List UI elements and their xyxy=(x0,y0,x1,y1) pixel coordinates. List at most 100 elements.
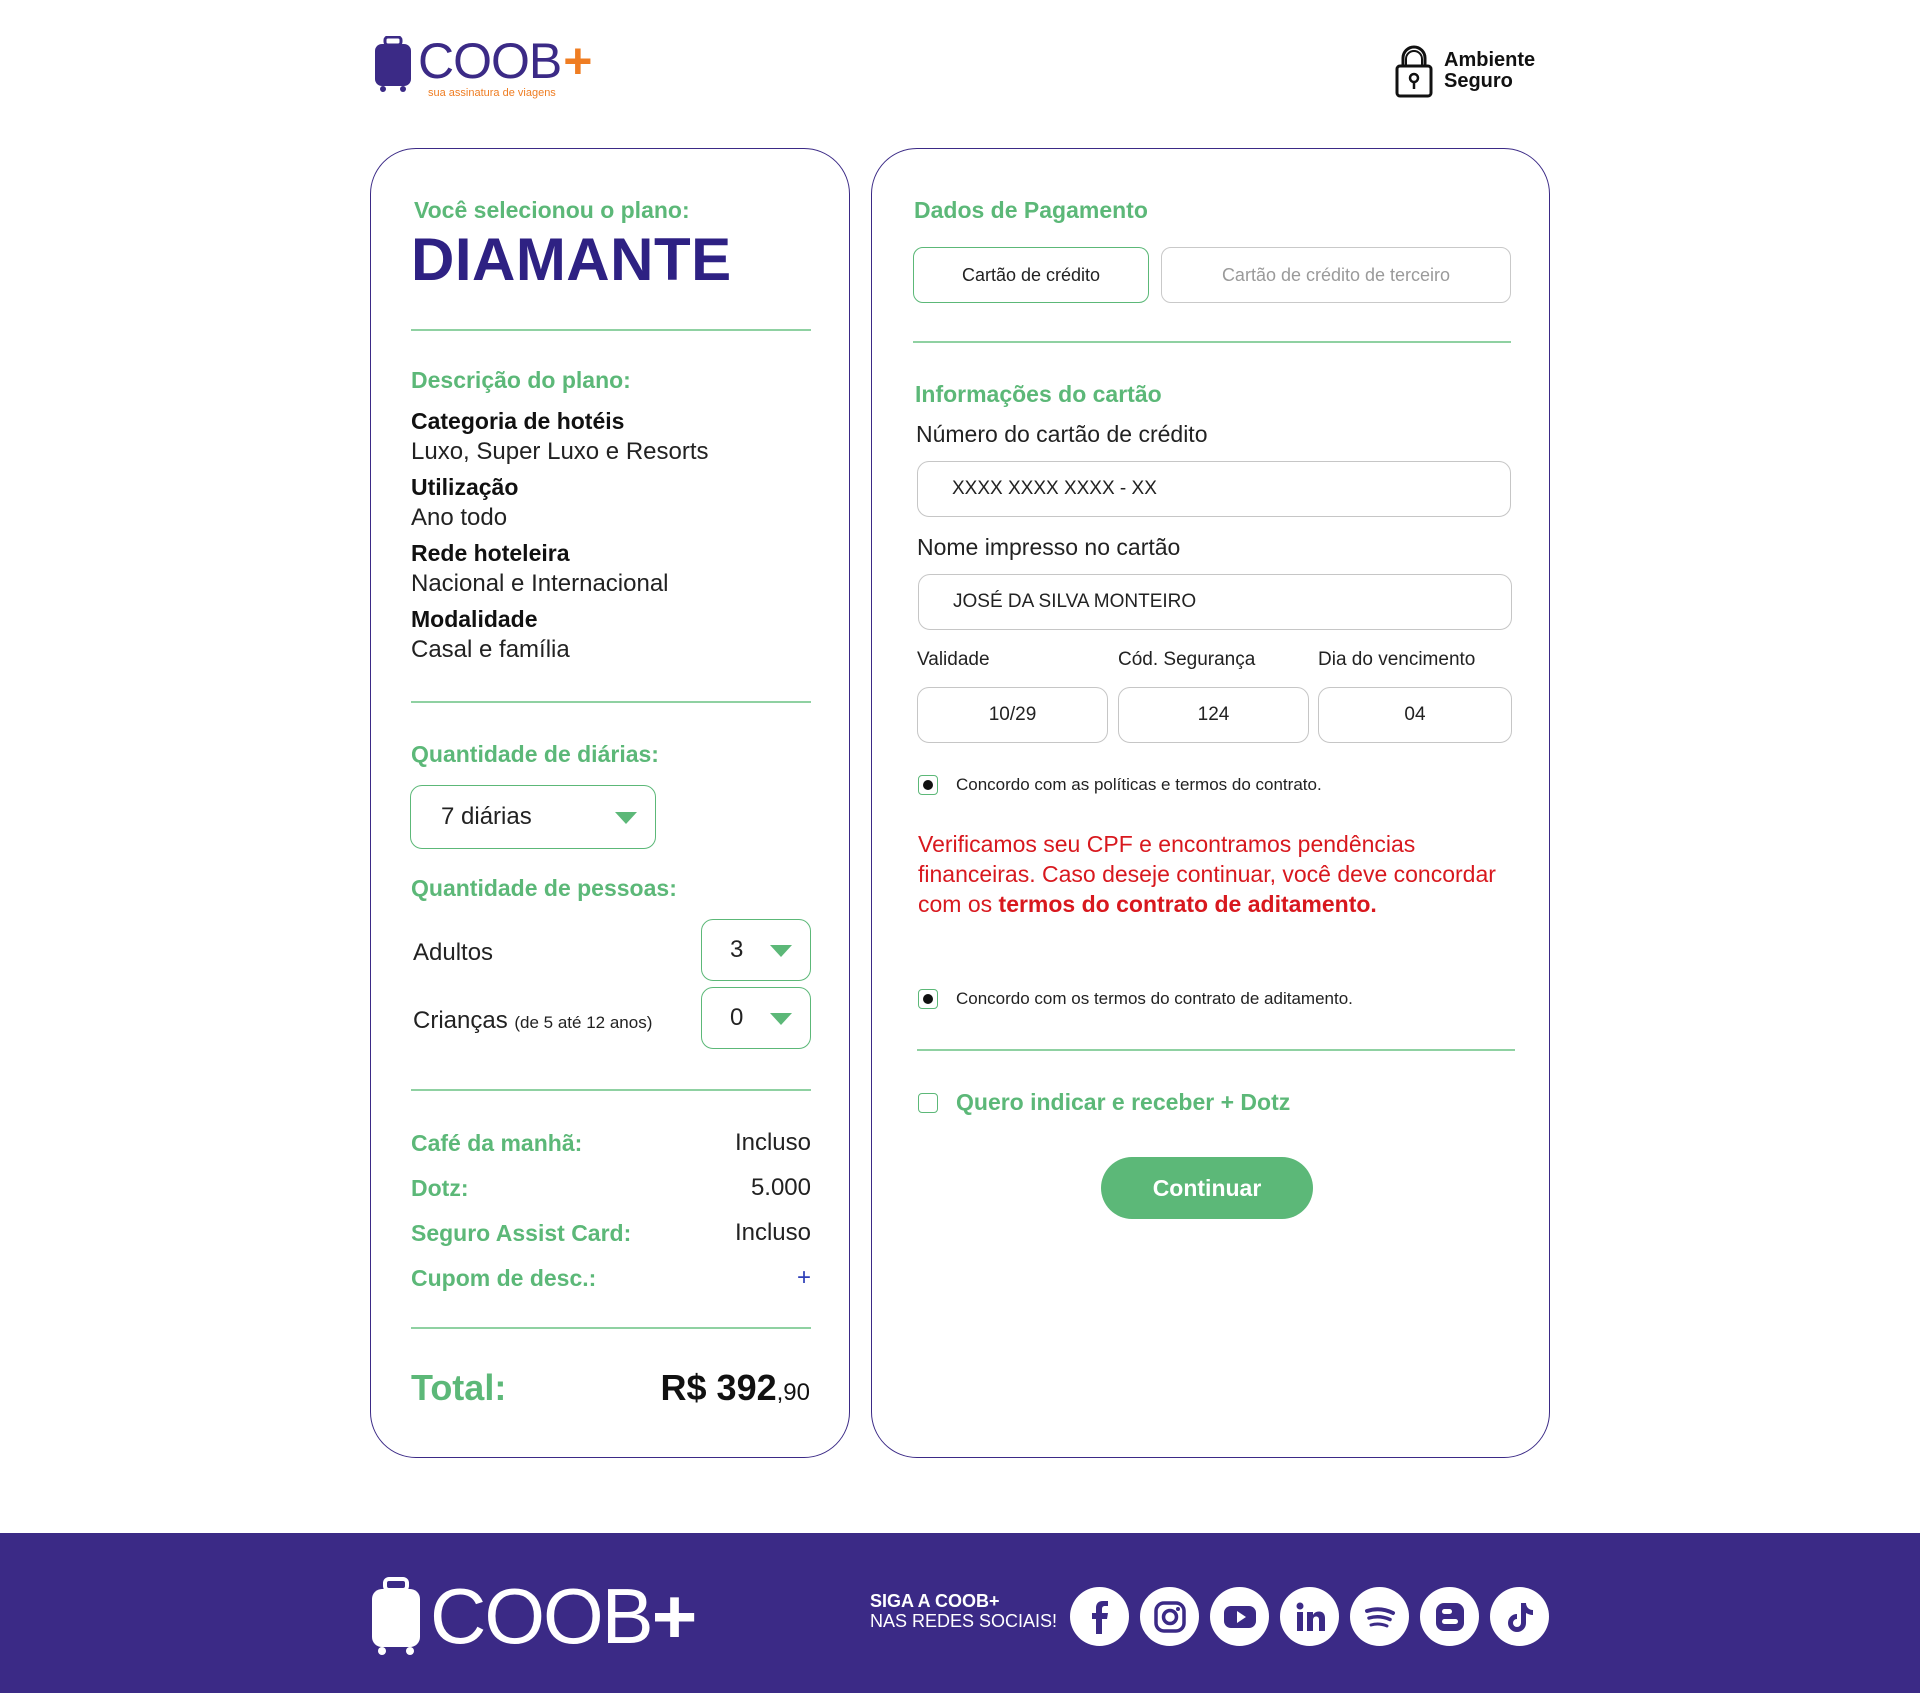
validity-input[interactable]: 10/29 xyxy=(917,687,1108,743)
brand-name: COOB xyxy=(418,33,562,89)
breakfast-row: Café da manhã: Incluso xyxy=(411,1129,811,1157)
security-code-label: Cód. Segurança xyxy=(1118,649,1256,670)
checked-dot-icon xyxy=(923,780,933,790)
dotz-value: 5.000 xyxy=(750,1174,811,1201)
add-coupon-button[interactable]: + xyxy=(797,1264,811,1292)
plan-description-label: Descrição do plano: xyxy=(411,367,631,393)
card-number-label: Número do cartão de crédito xyxy=(916,421,1208,447)
suitcase-icon xyxy=(372,1577,420,1655)
brand-tagline: sua assinatura de viagens xyxy=(428,87,556,99)
coupon-label: Cupom de desc.: xyxy=(411,1264,597,1291)
follow-line2: NAS REDES SOCIAIS! xyxy=(870,1611,1058,1631)
insurance-row: Seguro Assist Card: Incluso xyxy=(411,1219,811,1247)
plan-details-list: Categoria de hotéis Luxo, Super Luxo e R… xyxy=(411,405,811,669)
lock-icon xyxy=(1395,45,1433,98)
youtube-link[interactable] xyxy=(1210,1587,1269,1646)
divider xyxy=(913,341,1511,343)
breakfast-value: Incluso xyxy=(734,1129,811,1156)
detail-key: Utilização xyxy=(411,474,519,500)
detail-value: Luxo, Super Luxo e Resorts xyxy=(411,438,709,465)
plan-summary-card: Você selecionou o plano: DIAMANTE Descri… xyxy=(370,148,850,1458)
page-footer: COOB+ SIGA A COOB+ NAS REDES SOCIAIS! xyxy=(0,1533,1920,1693)
page-header: COOB + sua assinatura de viagens Ambiente… xyxy=(0,0,1920,140)
cardholder-name-label: Nome impresso no cartão xyxy=(917,534,1181,560)
plan-name: DIAMANTE xyxy=(411,226,732,293)
caret-down-icon xyxy=(615,812,637,824)
caret-down-icon xyxy=(770,945,792,957)
addendum-terms-link[interactable]: termos do contrato de aditamento. xyxy=(999,891,1377,917)
tab-third-party-card[interactable]: Cartão de crédito de terceiro xyxy=(1161,247,1511,303)
agree-terms-checkbox[interactable]: Concordo com as políticas e termos do co… xyxy=(918,775,1322,795)
secure-line1: Ambiente xyxy=(1444,49,1536,71)
insurance-value: Incluso xyxy=(734,1219,811,1246)
daily-quantity-value: 7 diárias xyxy=(441,803,532,830)
divider xyxy=(411,1089,811,1091)
blogger-icon xyxy=(1435,1602,1464,1631)
facebook-icon xyxy=(1091,1600,1108,1634)
children-select[interactable]: 0 xyxy=(701,987,811,1049)
checkbox-box[interactable] xyxy=(918,775,938,795)
follow-us-text: SIGA A COOB+ NAS REDES SOCIAIS! xyxy=(870,1591,1057,1631)
footer-coob-logo[interactable]: COOB+ xyxy=(370,1577,697,1655)
coob-logo[interactable]: COOB + sua assinatura de viagens xyxy=(374,33,592,99)
refer-dotz-checkbox[interactable]: Quero indicar e receber + Dotz xyxy=(918,1089,1290,1116)
card-number-input[interactable]: XXXX XXXX XXXX - XX xyxy=(917,461,1511,517)
checkbox-box[interactable] xyxy=(918,989,938,1009)
due-day-input[interactable]: 04 xyxy=(1318,687,1512,743)
instagram-icon xyxy=(1153,1600,1186,1633)
adults-label: Adultos xyxy=(413,939,494,966)
divider xyxy=(411,329,811,331)
secure-line2: Seguro xyxy=(1444,70,1513,92)
due-day-label: Dia do vencimento xyxy=(1318,649,1476,670)
detail-value: Nacional e Internacional xyxy=(411,570,669,597)
blogger-link[interactable] xyxy=(1420,1587,1479,1646)
children-value: 0 xyxy=(730,1004,744,1031)
people-quantity-label: Quantidade de pessoas: xyxy=(411,875,677,901)
instagram-link[interactable] xyxy=(1140,1587,1199,1646)
checkbox-box[interactable] xyxy=(918,1092,938,1113)
selected-plan-label: Você selecionou o plano: xyxy=(414,197,690,223)
follow-line1: SIGA A COOB+ xyxy=(870,1591,1000,1611)
caret-down-icon xyxy=(770,1013,792,1025)
brand-plus: + xyxy=(563,33,592,89)
insurance-label: Seguro Assist Card: xyxy=(411,1219,632,1246)
adults-value: 3 xyxy=(730,936,744,963)
linkedin-icon xyxy=(1296,1602,1325,1631)
secure-environment-badge: Ambiente Seguro xyxy=(1394,44,1535,98)
cpf-warning-message: Verificamos seu CPF e encontramos pendên… xyxy=(918,829,1508,919)
spotify-icon xyxy=(1364,1606,1395,1627)
tiktok-link[interactable] xyxy=(1490,1587,1549,1646)
detail-value: Casal e família xyxy=(411,636,570,663)
validity-label: Validade xyxy=(917,649,990,670)
daily-quantity-select[interactable]: 7 diárias xyxy=(410,785,656,849)
total-label: Total: xyxy=(411,1367,507,1408)
linkedin-link[interactable] xyxy=(1280,1587,1339,1646)
children-label-group: Crianças (de 5 até 12 anos) xyxy=(413,1007,652,1035)
tab-credit-card[interactable]: Cartão de crédito xyxy=(913,247,1149,303)
footer-brand-plus: + xyxy=(651,1572,698,1660)
social-links xyxy=(1070,1587,1560,1646)
detail-key: Categoria de hotéis xyxy=(411,408,625,434)
adults-select[interactable]: 3 xyxy=(701,919,811,981)
detail-key: Rede hoteleira xyxy=(411,540,570,566)
divider xyxy=(411,1327,811,1329)
daily-quantity-label: Quantidade de diárias: xyxy=(411,741,659,767)
facebook-link[interactable] xyxy=(1070,1587,1129,1646)
cardholder-name-input[interactable]: JOSÉ DA SILVA MONTEIRO xyxy=(918,574,1512,630)
youtube-icon xyxy=(1223,1605,1256,1628)
total-cents: ,90 xyxy=(776,1379,810,1406)
footer-brand-name: COOB xyxy=(430,1572,654,1660)
checked-dot-icon xyxy=(923,994,933,1004)
agree-addendum-checkbox[interactable]: Concordo com os termos do contrato de ad… xyxy=(918,989,1353,1009)
suitcase-icon xyxy=(375,36,411,92)
tiktok-icon xyxy=(1507,1602,1533,1632)
coupon-row: Cupom de desc.: + xyxy=(411,1264,811,1292)
children-label: Crianças xyxy=(413,1007,508,1034)
security-code-input[interactable]: 124 xyxy=(1118,687,1309,743)
spotify-link[interactable] xyxy=(1350,1587,1409,1646)
dotz-label: Dotz: xyxy=(411,1174,469,1201)
payment-card: Dados de Pagamento Cartão de crédito Car… xyxy=(871,148,1550,1458)
continue-button[interactable]: Continuar xyxy=(1101,1157,1313,1219)
divider xyxy=(411,701,811,703)
breakfast-label: Café da manhã: xyxy=(411,1129,583,1156)
